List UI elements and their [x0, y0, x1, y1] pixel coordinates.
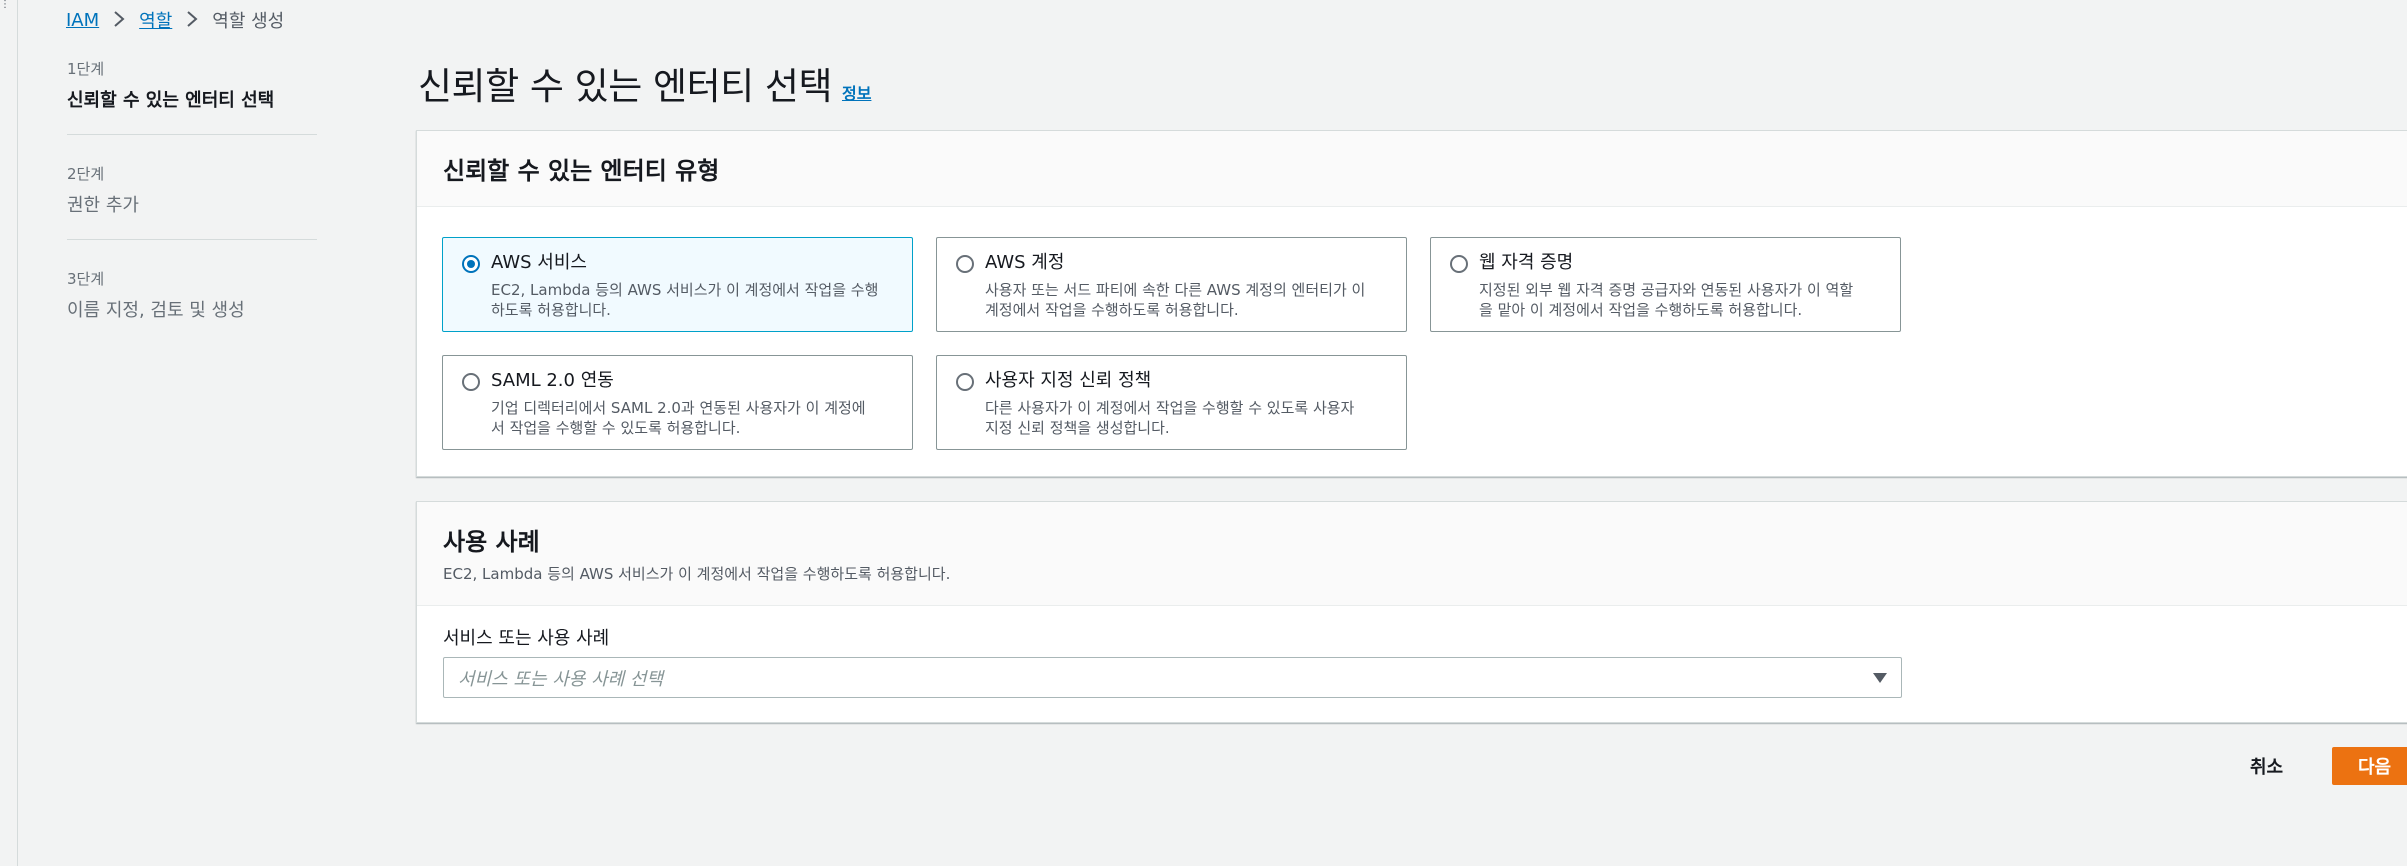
radio-button[interactable]	[462, 255, 480, 273]
menu-dots-icon[interactable]: ⋮	[0, 0, 10, 10]
page: ⋮ IAM 역할 역할 생성 1단계 신뢰할 수 있는 엔터티 선택 2단계 권…	[0, 0, 2407, 866]
use-case-panel: 사용 사례 EC2, Lambda 등의 AWS 서비스가 이 계정에서 작업을…	[416, 501, 2407, 723]
option-description-line-1: 사용자 또는 서드 파티에 속한 다른 AWS 계정의 엔터티가 이	[985, 281, 1366, 299]
entity-option-aws-service[interactable]: AWS 서비스 EC2, Lambda 등의 AWS 서비스가 이 계정에서 작…	[442, 237, 913, 332]
radio-button[interactable]	[462, 373, 480, 391]
step-title: 권한 추가	[67, 195, 139, 216]
step-number: 3단계	[67, 270, 105, 288]
option-description-line-2: 지정 신뢰 정책을 생성합니다.	[985, 419, 1170, 437]
option-description-line-1: 지정된 외부 웹 자격 증명 공급자와 연동된 사용자가 이 역할	[1479, 281, 1854, 299]
option-title: 사용자 지정 신뢰 정책	[985, 370, 1152, 391]
wizard-step-1: 1단계 신뢰할 수 있는 엔터티 선택	[67, 58, 317, 135]
panel-header: 사용 사례 EC2, Lambda 등의 AWS 서비스가 이 계정에서 작업을…	[417, 502, 2407, 606]
trusted-entity-type-panel: 신뢰할 수 있는 엔터티 유형 AWS 서비스 EC2, Lambda 등의 A…	[416, 130, 2407, 477]
panel-description: EC2, Lambda 등의 AWS 서비스가 이 계정에서 작업을 수행하도록…	[443, 565, 951, 583]
option-description-line-1: EC2, Lambda 등의 AWS 서비스가 이 계정에서 작업을 수행	[491, 281, 879, 299]
cancel-button[interactable]: 취소	[2250, 748, 2283, 784]
step-title: 이름 지정, 검토 및 생성	[67, 300, 245, 321]
step-title: 신뢰할 수 있는 엔터티 선택	[67, 90, 275, 111]
breadcrumb-link-roles[interactable]: 역할	[139, 7, 172, 33]
entity-option-web-identity[interactable]: 웹 자격 증명 지정된 외부 웹 자격 증명 공급자와 연동된 사용자가 이 역…	[1430, 237, 1901, 332]
option-title: 웹 자격 증명	[1479, 252, 1574, 273]
breadcrumb: IAM 역할 역할 생성	[66, 7, 284, 33]
option-description-line-2: 하도록 허용합니다.	[491, 301, 611, 319]
next-button[interactable]: 다음	[2332, 747, 2407, 785]
wizard-step-2: 2단계 권한 추가	[67, 163, 317, 240]
option-title: AWS 계정	[985, 252, 1065, 273]
side-navigation-toggle-strip[interactable]: ⋮	[0, 0, 18, 866]
select-placeholder: 서비스 또는 사용 사례 선택	[458, 668, 664, 690]
caret-down-icon	[1873, 672, 1887, 683]
radio-button[interactable]	[1450, 255, 1468, 273]
step-number: 2단계	[67, 165, 105, 183]
breadcrumb-link-iam[interactable]: IAM	[66, 10, 99, 31]
service-use-case-select[interactable]: 서비스 또는 사용 사례 선택	[443, 657, 1902, 698]
wizard-step-3: 3단계 이름 지정, 검토 및 생성	[67, 268, 317, 344]
radio-button[interactable]	[956, 255, 974, 273]
entity-option-aws-account[interactable]: AWS 계정 사용자 또는 서드 파티에 속한 다른 AWS 계정의 엔터티가 …	[936, 237, 1407, 332]
page-title: 신뢰할 수 있는 엔터티 선택	[418, 65, 832, 108]
step-number: 1단계	[67, 60, 105, 78]
panel-header: 신뢰할 수 있는 엔터티 유형	[417, 131, 2407, 207]
option-description-line-1: 다른 사용자가 이 계정에서 작업을 수행할 수 있도록 사용자	[985, 399, 1355, 417]
info-link[interactable]: 정보	[842, 80, 871, 104]
entity-option-custom-trust-policy[interactable]: 사용자 지정 신뢰 정책 다른 사용자가 이 계정에서 작업을 수행할 수 있도…	[936, 355, 1407, 450]
option-description-line-2: 계정에서 작업을 수행하도록 허용합니다.	[985, 301, 1239, 319]
option-title: AWS 서비스	[491, 252, 587, 273]
chevron-right-icon	[172, 10, 212, 31]
entity-option-saml-federation[interactable]: SAML 2.0 연동 기업 디렉터리에서 SAML 2.0과 연동된 사용자가…	[442, 355, 913, 450]
wizard-steps: 1단계 신뢰할 수 있는 엔터티 선택 2단계 권한 추가 3단계 이름 지정,…	[67, 58, 317, 372]
chevron-right-icon	[99, 10, 139, 31]
option-description-line-2: 서 작업을 수행할 수 있도록 허용합니다.	[491, 419, 741, 437]
breadcrumb-current: 역할 생성	[212, 11, 285, 32]
page-header: 신뢰할 수 있는 엔터티 선택 정보	[418, 56, 871, 110]
service-field-label: 서비스 또는 사용 사례	[443, 628, 610, 649]
panel-title: 신뢰할 수 있는 엔터티 유형	[443, 157, 720, 185]
radio-button[interactable]	[956, 373, 974, 391]
option-description-line-1: 기업 디렉터리에서 SAML 2.0과 연동된 사용자가 이 계정에	[491, 399, 866, 417]
panel-title: 사용 사례	[443, 528, 540, 556]
option-title: SAML 2.0 연동	[491, 370, 614, 391]
option-description-line-2: 을 맡아 이 계정에서 작업을 수행하도록 허용합니다.	[1479, 301, 1803, 319]
